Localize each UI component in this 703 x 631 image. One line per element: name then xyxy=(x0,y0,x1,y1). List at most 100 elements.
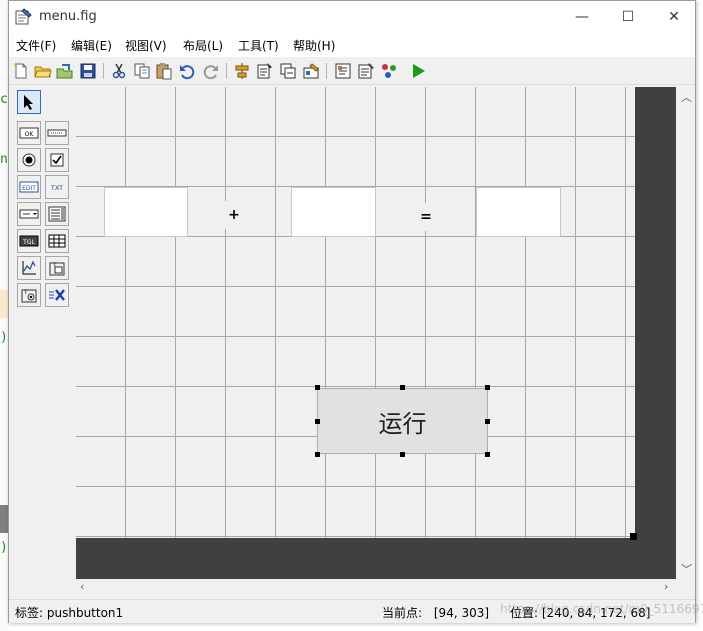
edit-input-1[interactable] xyxy=(104,187,188,237)
editor-fragment: n xyxy=(0,152,8,167)
activex-icon xyxy=(49,289,65,301)
arrow-cursor-icon xyxy=(24,95,33,110)
edit-input-2[interactable] xyxy=(291,187,376,237)
svg-text:T: T xyxy=(23,289,28,296)
save-icon[interactable] xyxy=(79,62,97,80)
palette-glyph: EDIT xyxy=(22,185,36,192)
run-pushbutton[interactable]: 运行 xyxy=(317,388,488,454)
static-text-icon: TXT xyxy=(50,184,63,192)
component-palette: OK EDIT TXT TGL T T xyxy=(9,87,75,577)
menu-file[interactable]: 文件(F) xyxy=(16,37,56,54)
current-point-value: [94, 303] xyxy=(433,606,490,620)
checkbox-tool[interactable] xyxy=(45,148,69,172)
panel-icon: T xyxy=(49,262,65,276)
edittext-tool[interactable]: EDIT xyxy=(17,175,41,199)
close-button[interactable]: ✕ xyxy=(651,1,697,32)
equals-label: = xyxy=(420,209,432,225)
axes-icon xyxy=(22,260,36,275)
menu-layout[interactable]: 布局(L) xyxy=(183,37,223,54)
window-title: menu.fig xyxy=(39,9,97,24)
fig-file-icon xyxy=(15,8,32,25)
selection-handle[interactable] xyxy=(485,452,490,457)
selection-handle[interactable] xyxy=(400,385,405,390)
cut-icon[interactable] xyxy=(110,62,128,80)
plus-label: + xyxy=(228,207,240,223)
maximize-button[interactable]: ☐ xyxy=(605,1,651,32)
scroll-right-icon[interactable]: › xyxy=(664,580,668,593)
toolbar xyxy=(9,57,695,85)
editor-fragment: c xyxy=(0,92,8,107)
open-editor-icon[interactable] xyxy=(56,62,74,80)
selection-handle[interactable] xyxy=(485,419,490,424)
selection-handle[interactable] xyxy=(485,385,490,390)
radio-icon xyxy=(22,153,36,167)
object-browser-icon[interactable] xyxy=(380,62,398,80)
listbox-icon xyxy=(48,206,66,222)
selection-handle[interactable] xyxy=(315,385,320,390)
copy-icon[interactable] xyxy=(133,62,151,80)
title-bar[interactable]: menu.fig — ☐ ✕ xyxy=(9,1,695,33)
scroll-left-icon[interactable]: ‹ xyxy=(80,580,84,593)
figure-resize-handle[interactable] xyxy=(630,533,637,540)
menu-edit[interactable]: 编辑(E) xyxy=(71,37,112,54)
undo-icon[interactable] xyxy=(178,62,196,80)
tag-status: 标签: pushbutton1 xyxy=(15,604,123,621)
table-icon xyxy=(48,234,66,248)
slider-icon xyxy=(47,129,67,137)
scroll-down-icon[interactable]: ﹀ xyxy=(681,561,692,577)
toggle-icon: TGL xyxy=(19,235,39,247)
paste-icon[interactable] xyxy=(155,62,173,80)
buttongroup-tool[interactable]: T xyxy=(17,283,41,307)
property-inspector-icon[interactable] xyxy=(357,62,375,80)
popup-menu-icon xyxy=(19,209,39,219)
tab-order-icon[interactable] xyxy=(279,62,297,80)
selection-handle[interactable] xyxy=(400,452,405,457)
align-icon[interactable] xyxy=(233,62,251,80)
axes-tool[interactable] xyxy=(17,256,41,280)
editor-fragment: ) xyxy=(0,540,8,555)
activex-tool[interactable] xyxy=(45,283,69,307)
new-file-icon[interactable] xyxy=(12,62,30,80)
selection-handle[interactable] xyxy=(315,419,320,424)
listbox-tool[interactable] xyxy=(45,202,69,226)
tag-label: 标签: xyxy=(15,606,44,620)
vertical-scrollbar[interactable]: ︿ ﹀ xyxy=(677,87,695,579)
run-button-label: 运行 xyxy=(378,409,427,438)
toolbar-separator xyxy=(226,63,227,79)
menu-bar: 文件(F) 编辑(E) 视图(V) 布局(L) 工具(T) 帮助(H) xyxy=(9,33,695,57)
current-point-status: 当前点: [94, 303] xyxy=(382,604,489,621)
selection-handle[interactable] xyxy=(315,452,320,457)
mfile-editor-icon[interactable] xyxy=(334,62,352,80)
open-folder-icon[interactable] xyxy=(34,62,52,80)
toolbar-separator xyxy=(326,63,327,79)
minimize-button[interactable]: — xyxy=(559,1,605,32)
menu-editor-icon[interactable] xyxy=(256,62,274,80)
horizontal-scrollbar[interactable]: ‹ › xyxy=(76,579,677,596)
layout-grid[interactable]: + = 运行 xyxy=(76,87,635,538)
scroll-up-icon[interactable]: ︿ xyxy=(681,89,692,105)
menu-tools[interactable]: 工具(T) xyxy=(238,37,279,54)
palette-glyph: TXT xyxy=(50,184,63,192)
equals-static-text[interactable]: = xyxy=(406,203,446,231)
togglebutton-tool[interactable]: TGL xyxy=(17,229,41,253)
edit-text-icon: EDIT xyxy=(19,181,39,193)
menu-help[interactable]: 帮助(H) xyxy=(293,37,335,54)
radiobutton-tool[interactable] xyxy=(17,148,41,172)
menu-view[interactable]: 视图(V) xyxy=(125,37,167,54)
select-tool[interactable] xyxy=(17,90,41,114)
toolbar-editor-icon[interactable] xyxy=(302,62,320,80)
popupmenu-tool[interactable] xyxy=(17,202,41,226)
run-icon[interactable] xyxy=(409,62,427,80)
panel-tool[interactable]: T xyxy=(45,256,69,280)
plus-static-text[interactable]: + xyxy=(214,201,254,229)
redo-icon[interactable] xyxy=(202,62,220,80)
statictext-tool[interactable]: TXT xyxy=(45,175,69,199)
palette-glyph: TGL xyxy=(22,239,35,246)
pushbutton-tool[interactable]: OK xyxy=(17,121,41,145)
slider-tool[interactable] xyxy=(45,121,69,145)
checkbox-icon xyxy=(50,153,64,167)
edit-result[interactable] xyxy=(476,187,561,237)
table-tool[interactable] xyxy=(45,229,69,253)
tag-value: pushbutton1 xyxy=(46,606,124,620)
design-canvas-area: + = 运行 xyxy=(76,87,676,579)
